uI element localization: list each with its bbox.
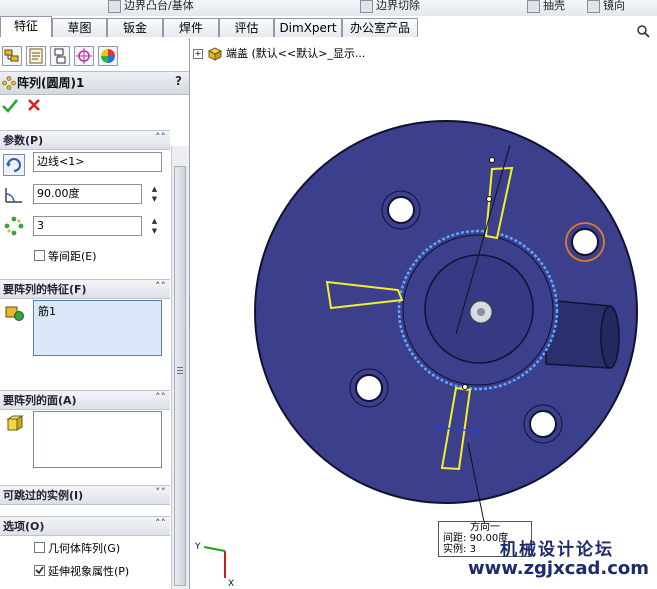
bolt-hole[interactable]: [355, 374, 383, 402]
parameters-section-header[interactable]: 参数(P) ˄˄: [0, 130, 170, 150]
features-selection-icon: [5, 306, 24, 321]
expand-chevron-icon[interactable]: ˅˅: [155, 486, 166, 499]
axis-point: [486, 196, 492, 202]
instances-field[interactable]: 3: [33, 216, 142, 236]
face-selection-icon: [6, 415, 24, 431]
watermark-chinese: 机械设计论坛: [500, 540, 614, 560]
color-wheel-icon: [101, 49, 115, 63]
property-manager-tab[interactable]: [26, 46, 46, 66]
features-to-pattern-list[interactable]: 筋1: [33, 300, 162, 356]
shell-command[interactable]: 抽壳: [527, 0, 565, 13]
options-section-header[interactable]: 选项(O) ˄˄: [0, 516, 170, 536]
triad-x-label: X: [228, 579, 234, 589]
geometry-pattern-label: 几何体阵列(G): [48, 542, 121, 555]
command-manager-tabs: 特征 草图 钣金 焊件 评估 DimXpert 办公室产品: [0, 16, 657, 39]
propagate-visual-label: 延伸视象属性(P): [48, 565, 130, 578]
angle-spin-up[interactable]: ▲: [150, 185, 159, 193]
tab-sketch[interactable]: 草图: [52, 18, 107, 37]
instances-icon: [4, 216, 24, 236]
equal-spacing-checkbox[interactable]: [34, 250, 45, 261]
bolt-hole[interactable]: [571, 228, 599, 256]
property-manager-panel: 阵列(圆周)1 ? 参数(P) ˄˄ 边线<1> 90.00度 ▲ ▼ 3 ▲ …: [0, 38, 190, 589]
property-manager-title-bar: 阵列(圆周)1 ?: [0, 71, 189, 95]
propagate-visual-checkbox[interactable]: [34, 565, 45, 576]
faces-to-pattern-section-header[interactable]: 要阵列的面(A) ˄˄: [0, 390, 170, 410]
manager-icon-row: [0, 46, 189, 68]
bolt-hole[interactable]: [387, 196, 415, 224]
circular-pattern-icon: [2, 76, 16, 90]
magnifier-icon[interactable]: [636, 24, 650, 38]
tab-evaluate[interactable]: 评估: [219, 18, 274, 37]
ok-check-icon[interactable]: [2, 98, 18, 114]
callout-title: 方向一: [470, 522, 500, 533]
instances-spin-up[interactable]: ▲: [150, 217, 159, 225]
tab-dimxpert[interactable]: DimXpert: [274, 18, 342, 37]
page-title: 阵列(圆周)1: [17, 76, 85, 90]
triad-y-label: Y: [194, 542, 201, 552]
angle-field[interactable]: 90.00度: [33, 184, 142, 204]
boundary-boss-command[interactable]: 边界凸台/基体: [108, 0, 194, 13]
top-command-strip: 边界凸台/基体 边界切除 抽壳 镜向: [0, 0, 657, 17]
configuration-manager-tab[interactable]: [50, 46, 70, 66]
boundary-boss-icon: [108, 0, 121, 13]
crosshair-target-icon: [76, 48, 92, 64]
axis-point: [489, 157, 495, 163]
panel-scrollbar[interactable]: [171, 146, 189, 589]
angle-icon: [5, 188, 22, 203]
list-item[interactable]: 筋1: [38, 303, 56, 319]
feature-tree-icon: [4, 49, 19, 62]
instances-to-skip-section-header[interactable]: 可跳过的实例(I) ˅˅: [0, 485, 170, 505]
triad-y-axis: [203, 546, 226, 552]
dimxpert-manager-tab[interactable]: [74, 46, 94, 66]
collapse-chevron-icon[interactable]: ˄˄: [155, 131, 166, 144]
feature-manager-tab[interactable]: [2, 46, 22, 66]
geometry-pattern-checkbox[interactable]: [34, 542, 45, 553]
pattern-axis-field[interactable]: 边线<1>: [33, 152, 162, 172]
tab-weldments[interactable]: 焊件: [163, 18, 219, 37]
checkmark-icon: [35, 566, 44, 575]
property-sheet-icon: [29, 48, 43, 64]
tab-sheet-metal[interactable]: 钣金: [107, 18, 163, 37]
display-manager-tab[interactable]: [98, 46, 118, 66]
features-to-pattern-section-header[interactable]: 要阵列的特征(F) ˄˄: [0, 279, 170, 299]
tab-features[interactable]: 特征: [0, 16, 52, 37]
mirror-command[interactable]: 镜向: [587, 0, 625, 13]
boundary-cut-command[interactable]: 边界切除: [360, 0, 420, 13]
side-boss-end: [600, 305, 620, 369]
configuration-icon: [54, 48, 66, 64]
callout-instances-value[interactable]: 3: [470, 544, 476, 555]
bolt-hole[interactable]: [529, 410, 557, 438]
axis-point: [462, 384, 468, 390]
instances-spin-down[interactable]: ▼: [150, 227, 159, 235]
boundary-cut-icon: [360, 0, 373, 13]
tab-office-products[interactable]: 办公室产品: [342, 18, 418, 37]
scrollbar-thumb[interactable]: [174, 166, 186, 586]
cancel-x-icon[interactable]: [27, 98, 41, 112]
model-view[interactable]: Y X: [190, 38, 657, 589]
pattern-axis-icon: [3, 154, 25, 176]
collapse-chevron-icon[interactable]: ˄˄: [155, 391, 166, 404]
shell-icon: [527, 0, 540, 13]
equal-spacing-label: 等间距(E): [48, 250, 97, 263]
collapse-chevron-icon[interactable]: ˄˄: [155, 280, 166, 293]
help-button[interactable]: ?: [175, 74, 182, 88]
center-bore-inner: [477, 308, 485, 316]
collapse-chevron-icon[interactable]: ˄˄: [155, 517, 166, 530]
mirror-icon: [587, 0, 600, 13]
angle-spin-down[interactable]: ▼: [150, 195, 159, 203]
faces-to-pattern-list[interactable]: [33, 411, 162, 468]
watermark-url: www.zgjxcad.com: [468, 558, 650, 579]
